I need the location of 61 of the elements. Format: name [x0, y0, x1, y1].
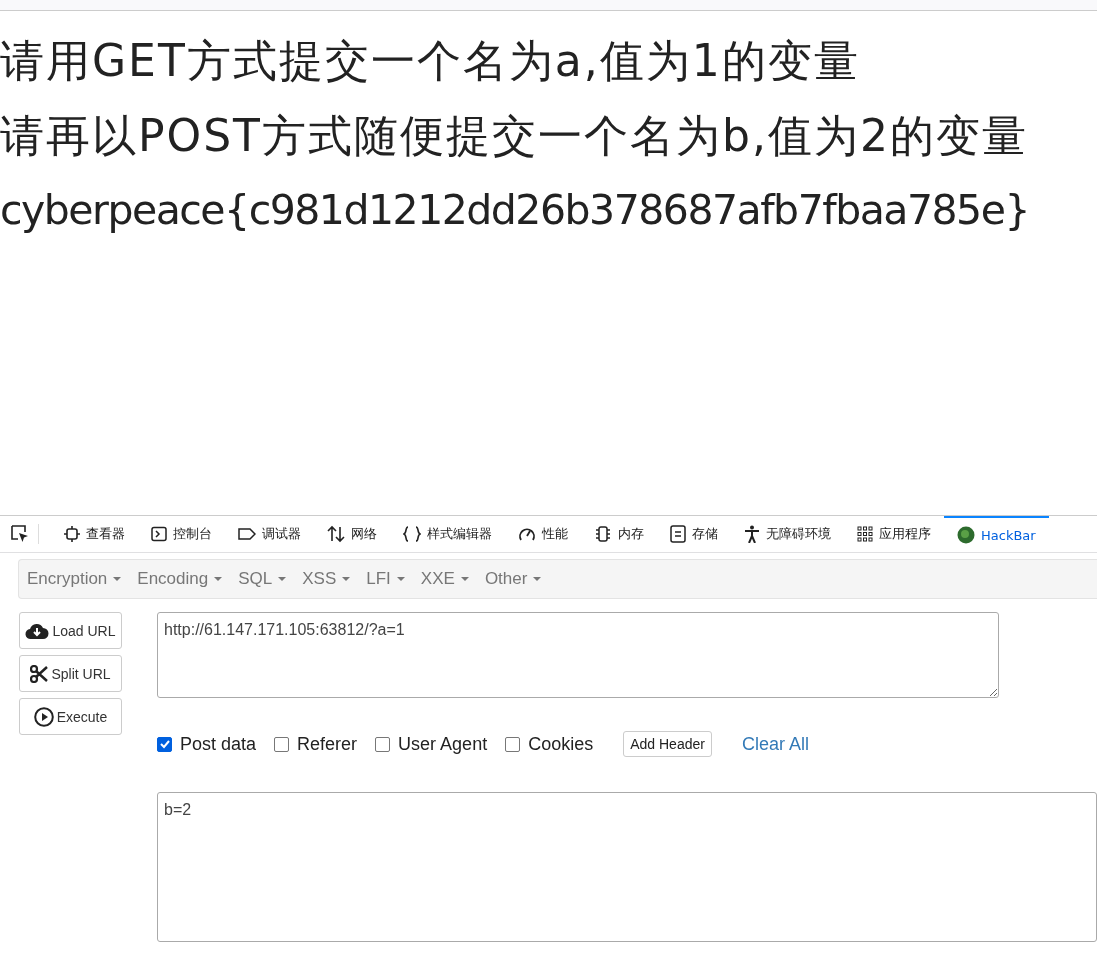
devtools-tab[interactable]: 控制台	[138, 516, 225, 552]
action-button[interactable]: Split URL	[19, 655, 122, 692]
caret-icon	[113, 577, 122, 581]
debugger-icon	[238, 526, 256, 542]
clear-all-link[interactable]: Clear All	[741, 733, 809, 755]
devtools-tab[interactable]: 存储	[657, 516, 731, 552]
option-label: Referer	[297, 733, 358, 755]
url-field[interactable]: http://61.147.171.105:63812/?a=1	[157, 612, 999, 698]
option-checkbox[interactable]: Post data	[157, 733, 257, 755]
menu-dropdown[interactable]: Other	[476, 569, 550, 589]
menu-dropdown[interactable]: LFI	[358, 569, 413, 589]
devtools-tab[interactable]: 应用程序	[844, 516, 944, 552]
option-checkbox[interactable]: Cookies	[505, 733, 594, 755]
caret-icon	[533, 577, 542, 581]
option-label: Post data	[180, 733, 257, 755]
cloud-download-icon	[25, 621, 50, 640]
action-button[interactable]: Execute	[19, 698, 122, 735]
post-data-field[interactable]: b=2	[157, 792, 1097, 942]
caret-icon	[460, 577, 469, 581]
checkbox[interactable]	[157, 736, 172, 752]
page-text: 请用GET方式提交一个名为a,值为1的变量	[0, 34, 861, 88]
page-text: cyberpeace{c981d1212dd26b378687afb7fbaa785e}	[0, 185, 1030, 236]
devtools-tab[interactable]: 性能	[505, 516, 581, 552]
accessibility-icon	[744, 525, 760, 543]
option-label: User Agent	[398, 733, 488, 755]
hackbar-logo-icon	[957, 526, 975, 544]
devtools-tab[interactable]: 调试器	[225, 516, 314, 552]
menu-dropdown[interactable]: SQL	[230, 569, 295, 589]
devtools-tab[interactable]: 样式编辑器	[390, 516, 505, 552]
grid-icon	[857, 526, 873, 542]
checkbox[interactable]	[505, 736, 521, 752]
option-checkbox[interactable]: Referer	[274, 733, 358, 755]
action-button[interactable]: Load URL	[19, 612, 122, 649]
network-icon	[327, 525, 345, 543]
add-header-button[interactable]: Add Header	[623, 731, 712, 757]
chip-icon	[594, 525, 612, 543]
element-picker-icon[interactable]	[10, 524, 39, 544]
menu-dropdown[interactable]: Encryption	[19, 569, 130, 589]
menu-dropdown[interactable]: XSS	[294, 569, 359, 589]
devtools-tab[interactable]: 网络	[314, 516, 390, 552]
caret-icon	[396, 577, 405, 581]
caret-icon	[278, 577, 287, 581]
storage-icon	[670, 525, 686, 543]
page-text: 请再以POST方式随便提交一个名为b,值为2的变量	[0, 109, 1029, 163]
devtools-tab[interactable]: 查看器	[51, 516, 138, 552]
console-icon	[151, 526, 167, 542]
inspector-icon	[64, 526, 80, 542]
gauge-icon	[518, 526, 536, 542]
checkbox[interactable]	[375, 736, 391, 752]
braces-icon	[403, 526, 421, 542]
option-checkbox[interactable]: User Agent	[375, 733, 488, 755]
menu-dropdown[interactable]: XXE	[412, 569, 477, 589]
scissors-icon	[30, 664, 49, 683]
caret-icon	[342, 577, 351, 581]
option-label: Cookies	[528, 733, 594, 755]
play-icon	[33, 706, 54, 727]
devtools-tab[interactable]: 内存	[581, 516, 657, 552]
devtools-tab[interactable]: 无障碍环境	[731, 516, 844, 552]
menu-dropdown[interactable]: Encoding	[129, 569, 231, 589]
caret-icon	[214, 577, 223, 581]
checkbox[interactable]	[274, 736, 290, 752]
